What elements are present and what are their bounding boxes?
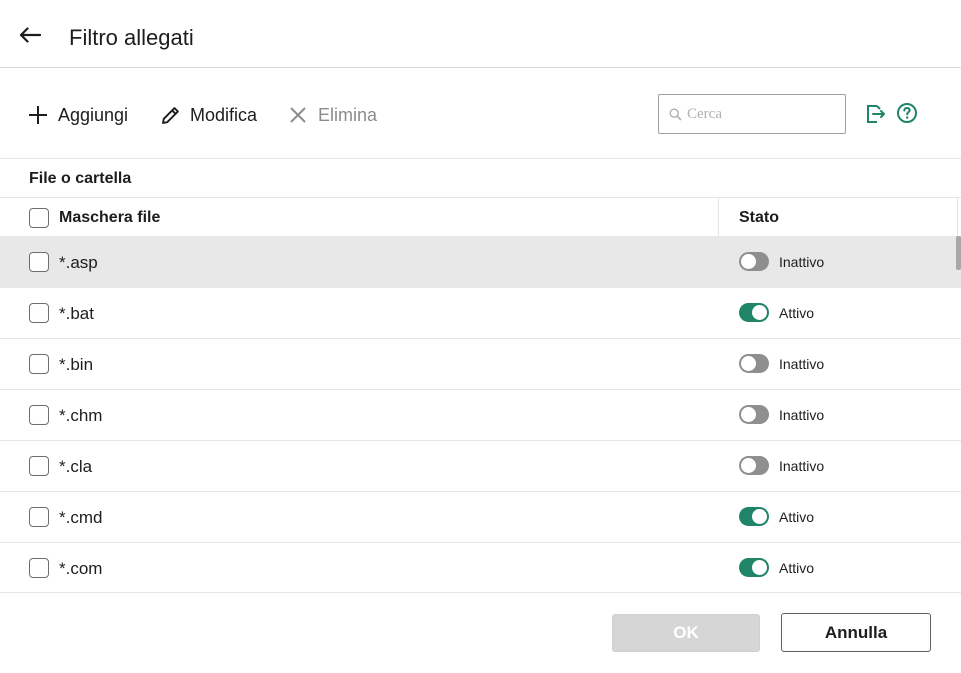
status-label: Inattivo [779, 407, 825, 423]
arrow-left-icon [19, 27, 41, 43]
row-checkbox[interactable] [29, 558, 49, 578]
table-row[interactable]: *.bin Inattivo [0, 339, 961, 390]
status-label: Inattivo [779, 458, 825, 474]
status-toggle[interactable] [739, 354, 769, 373]
file-mask: *.asp [59, 253, 98, 272]
row-checkbox[interactable] [29, 405, 49, 425]
export-button[interactable] [864, 103, 888, 127]
edit-button[interactable]: Modifica [159, 102, 257, 128]
column-header-mask[interactable]: Maschera file [59, 209, 160, 227]
close-icon [287, 104, 309, 126]
status-toggle[interactable] [739, 252, 769, 271]
file-mask: *.com [59, 559, 103, 578]
status-toggle[interactable] [739, 507, 769, 526]
file-mask: *.bat [59, 304, 94, 323]
back-button[interactable] [14, 20, 46, 50]
table-row[interactable]: *.chm Inattivo [0, 390, 961, 441]
file-mask: *.chm [59, 406, 103, 425]
pencil-icon [159, 104, 181, 126]
row-checkbox[interactable] [29, 252, 49, 272]
table-row[interactable]: *.com Attivo [0, 543, 961, 592]
status-toggle[interactable] [739, 456, 769, 475]
add-button[interactable]: Aggiungi [27, 102, 128, 128]
delete-button[interactable]: Elimina [287, 102, 377, 128]
row-checkbox[interactable] [29, 456, 49, 476]
delete-button-label: Elimina [318, 104, 378, 125]
row-checkbox[interactable] [29, 354, 49, 374]
table-row[interactable]: *.bat Attivo [0, 288, 961, 339]
row-checkbox[interactable] [29, 507, 49, 527]
toggle-knob [741, 356, 756, 371]
select-all-checkbox[interactable] [29, 208, 49, 228]
row-checkbox[interactable] [29, 303, 49, 323]
column-header-state[interactable]: Stato [739, 209, 779, 227]
file-mask: *.bin [59, 355, 94, 374]
status-label: Attivo [779, 509, 815, 525]
column-divider-right [957, 198, 958, 236]
add-button-label: Aggiungi [58, 104, 129, 125]
page-title: Filtro allegati [69, 25, 194, 50]
file-mask: *.cla [59, 457, 93, 476]
status-label: Attivo [779, 305, 815, 321]
edit-button-label: Modifica [190, 104, 258, 125]
cancel-button[interactable]: Annulla [781, 613, 931, 652]
section-label: File o cartella [29, 170, 132, 187]
toggle-knob [741, 407, 756, 422]
table-header: Maschera file Stato [0, 198, 961, 237]
file-mask: *.cmd [59, 508, 103, 527]
status-toggle[interactable] [739, 405, 769, 424]
help-button[interactable] [896, 102, 920, 126]
toggle-knob [752, 560, 767, 575]
help-icon [897, 103, 917, 123]
dialog-header: Filtro allegati [0, 0, 961, 68]
ok-button[interactable]: OK [612, 614, 760, 652]
status-toggle[interactable] [739, 303, 769, 322]
plus-icon [27, 104, 49, 126]
status-label: Inattivo [779, 356, 825, 372]
search-icon [669, 107, 682, 121]
table-row[interactable]: *.cla Inattivo [0, 441, 961, 492]
search-box[interactable] [658, 94, 846, 134]
export-icon [867, 105, 885, 123]
table-row[interactable]: *.cmd Attivo [0, 492, 961, 543]
status-toggle[interactable] [739, 558, 769, 577]
toggle-knob [752, 509, 767, 524]
search-input[interactable] [687, 105, 837, 123]
table-row[interactable]: *.asp Inattivo [0, 237, 961, 288]
status-label: Inattivo [779, 254, 825, 270]
toggle-knob [752, 305, 767, 320]
toggle-knob [741, 458, 756, 473]
column-divider[interactable] [718, 198, 719, 236]
toolbar: Aggiungi Modifica Elimina [0, 68, 961, 159]
status-label: Attivo [779, 560, 815, 576]
toggle-knob [741, 254, 756, 269]
file-mask-table: Maschera file Stato *.asp Inattivo *.bat… [0, 197, 961, 593]
table-scrollbar[interactable] [956, 236, 961, 270]
